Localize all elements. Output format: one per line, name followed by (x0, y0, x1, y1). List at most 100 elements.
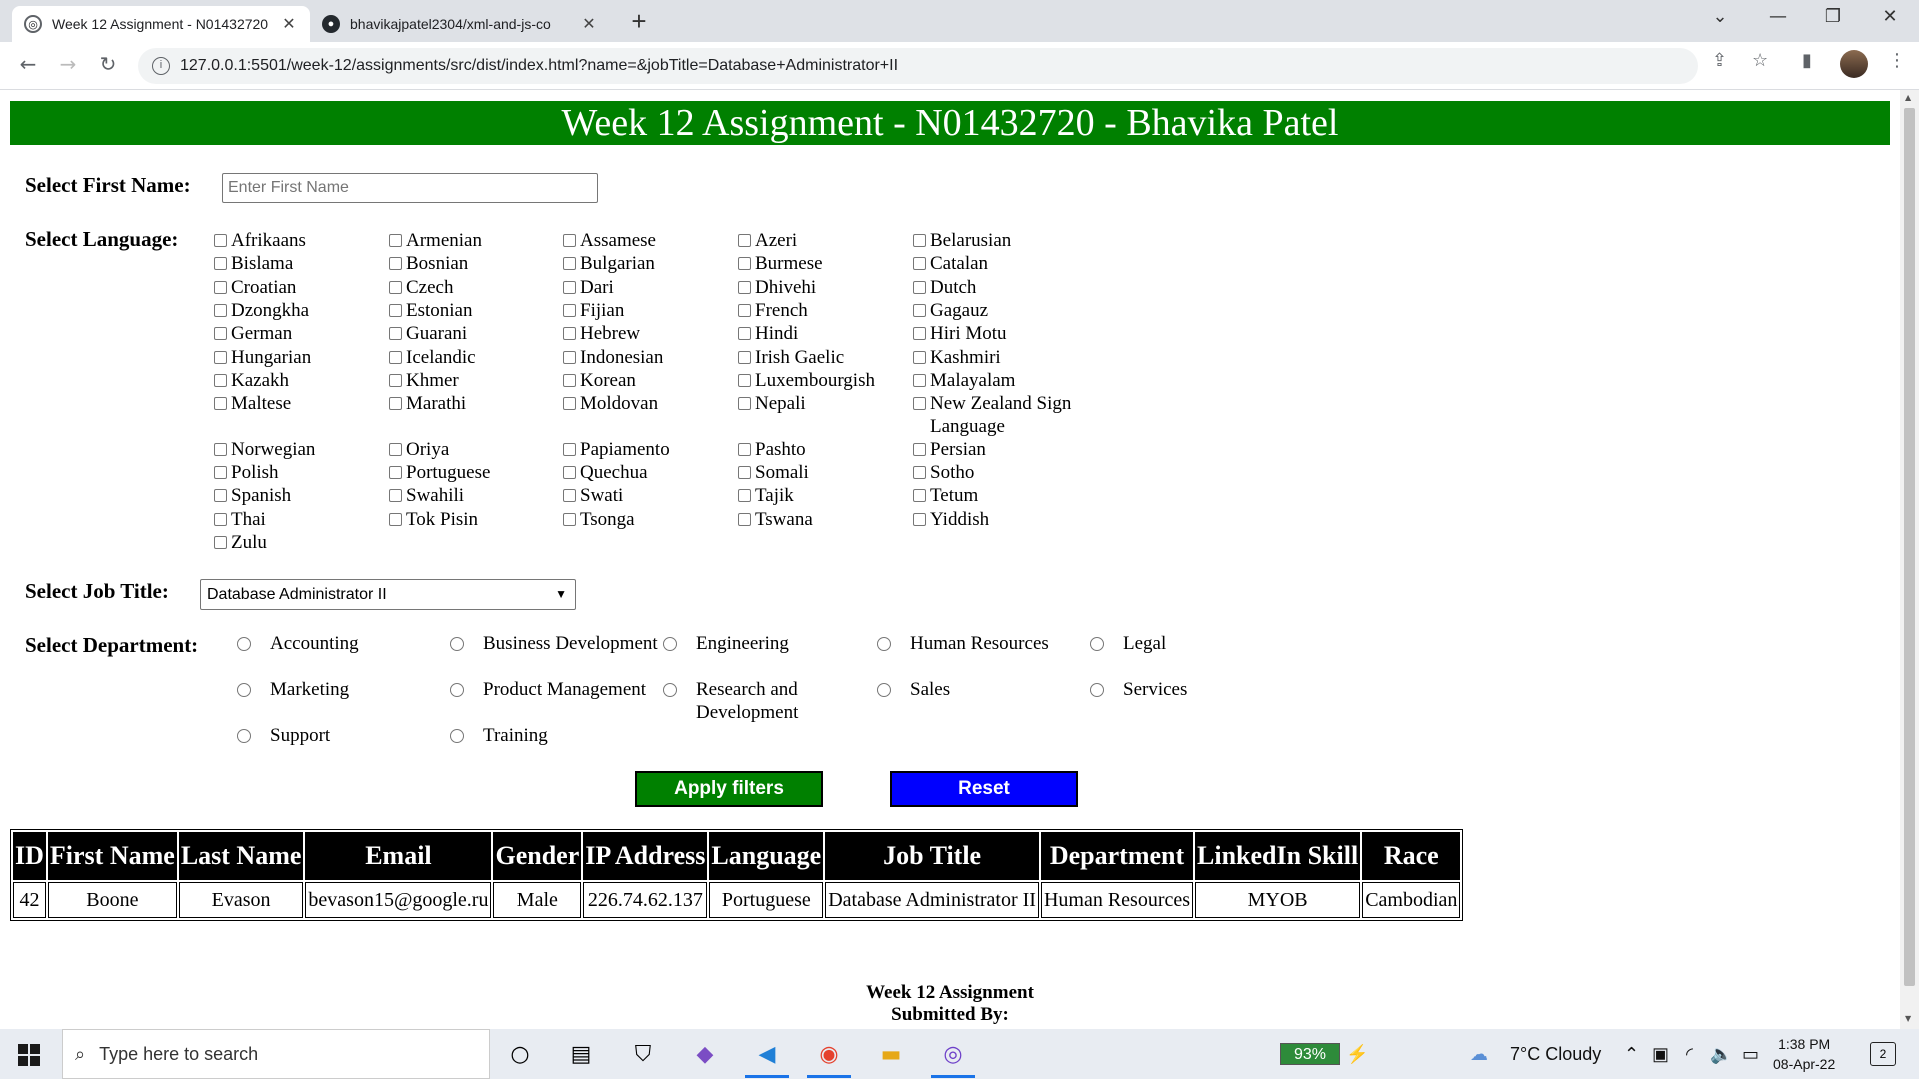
language-option[interactable]: Zulu (212, 531, 387, 554)
github-desktop-icon[interactable]: ◎ (936, 1038, 970, 1070)
windows-start-icon[interactable] (18, 1044, 40, 1066)
file-explorer-icon[interactable]: ▬ (874, 1038, 908, 1070)
language-checkbox[interactable] (913, 304, 926, 317)
language-checkbox[interactable] (214, 327, 227, 340)
language-option[interactable]: Burmese (736, 252, 911, 275)
close-tab-icon[interactable]: ✕ (280, 14, 298, 34)
language-checkbox[interactable] (563, 304, 576, 317)
language-checkbox[interactable] (214, 257, 227, 270)
battery-indicator[interactable]: 93% (1280, 1043, 1340, 1065)
language-checkbox[interactable] (214, 489, 227, 502)
department-option[interactable]: Services (1090, 678, 1300, 701)
weather-text[interactable]: 7°C Cloudy (1510, 1044, 1601, 1065)
department-option[interactable]: Engineering (663, 632, 873, 655)
new-tab-button[interactable]: + (624, 8, 654, 34)
scroll-down-icon[interactable]: ▼ (1905, 1014, 1911, 1023)
wifi-icon[interactable]: ◜ (1686, 1044, 1693, 1065)
tab-search-icon[interactable]: ⌄ (1700, 6, 1740, 27)
language-option[interactable]: Kashmiri (911, 346, 1086, 369)
department-radio[interactable] (663, 683, 677, 697)
language-checkbox[interactable] (913, 397, 926, 410)
department-radio[interactable] (1090, 683, 1104, 697)
language-option[interactable]: Spanish (212, 484, 387, 507)
job-title-select[interactable]: Database Administrator II ▼ (200, 579, 576, 610)
share-icon[interactable]: ⇪ (1712, 50, 1727, 71)
language-checkbox[interactable] (738, 397, 751, 410)
close-tab-icon[interactable]: ✕ (580, 14, 598, 34)
language-checkbox[interactable] (738, 466, 751, 479)
language-checkbox[interactable] (913, 513, 926, 526)
language-option[interactable]: Hebrew (561, 322, 736, 345)
reset-button[interactable]: Reset (890, 771, 1078, 807)
language-checkbox[interactable] (214, 536, 227, 549)
language-checkbox[interactable] (738, 281, 751, 294)
language-option[interactable]: Dutch (911, 276, 1086, 299)
language-option[interactable]: Bosnian (387, 252, 562, 275)
language-checkbox[interactable] (389, 257, 402, 270)
language-option[interactable]: Tsonga (561, 508, 736, 531)
language-checkbox[interactable] (389, 234, 402, 247)
language-option[interactable]: French (736, 299, 911, 322)
language-checkbox[interactable] (738, 327, 751, 340)
language-option[interactable]: Maltese (212, 392, 387, 415)
language-checkbox[interactable] (913, 234, 926, 247)
language-option[interactable]: Azeri (736, 229, 911, 252)
language-option[interactable]: Persian (911, 438, 1086, 461)
language-checkbox[interactable] (563, 513, 576, 526)
volume-icon[interactable]: 🔈 (1710, 1044, 1732, 1065)
language-option[interactable]: Kazakh (212, 369, 387, 392)
department-radio[interactable] (877, 637, 891, 651)
language-checkbox[interactable] (389, 304, 402, 317)
widgets-icon[interactable]: ▤ (564, 1038, 598, 1070)
language-option[interactable]: Khmer (387, 369, 562, 392)
language-option[interactable]: New Zealand Sign Language (911, 392, 1086, 438)
language-option[interactable]: Dzongkha (212, 299, 387, 322)
browser-tab-active[interactable]: ◎ Week 12 Assignment - N01432720 - Bhavi… (12, 6, 310, 42)
department-radio[interactable] (877, 683, 891, 697)
language-option[interactable]: Tajik (736, 484, 911, 507)
language-checkbox[interactable] (389, 513, 402, 526)
language-option[interactable]: Tswana (736, 508, 911, 531)
profile-avatar[interactable] (1840, 50, 1868, 78)
language-checkbox[interactable] (738, 443, 751, 456)
scroll-up-icon[interactable]: ▲ (1905, 93, 1911, 102)
language-checkbox[interactable] (913, 257, 926, 270)
department-radio[interactable] (237, 729, 251, 743)
language-checkbox[interactable] (214, 397, 227, 410)
language-checkbox[interactable] (563, 374, 576, 387)
language-option[interactable]: Quechua (561, 461, 736, 484)
language-checkbox[interactable] (389, 397, 402, 410)
language-checkbox[interactable] (214, 374, 227, 387)
language-option[interactable]: Thai (212, 508, 387, 531)
department-radio[interactable] (450, 637, 464, 651)
language-checkbox[interactable] (389, 443, 402, 456)
language-option[interactable]: Korean (561, 369, 736, 392)
language-checkbox[interactable] (563, 234, 576, 247)
language-checkbox[interactable] (563, 443, 576, 456)
security-shield-icon[interactable]: ⛉ (626, 1038, 660, 1070)
language-checkbox[interactable] (913, 351, 926, 364)
language-checkbox[interactable] (563, 327, 576, 340)
language-checkbox[interactable] (738, 374, 751, 387)
department-option[interactable]: Sales (877, 678, 1087, 701)
language-checkbox[interactable] (214, 281, 227, 294)
taskbar-search-box[interactable]: ⌕ Type here to search (62, 1029, 490, 1079)
language-checkbox[interactable] (738, 513, 751, 526)
language-option[interactable]: Swati (561, 484, 736, 507)
language-checkbox[interactable] (563, 489, 576, 502)
side-panel-icon[interactable]: ▮ (1802, 50, 1812, 71)
department-radio[interactable] (663, 637, 677, 651)
language-option[interactable]: Fijian (561, 299, 736, 322)
chrome-icon[interactable]: ◉ (812, 1038, 846, 1070)
chevron-up-icon[interactable]: ⌃ (1624, 1044, 1639, 1065)
language-option[interactable]: Hiri Motu (911, 322, 1086, 345)
language-checkbox[interactable] (563, 281, 576, 294)
department-radio[interactable] (237, 683, 251, 697)
department-option[interactable]: Product Management (450, 678, 660, 701)
first-name-input[interactable] (222, 173, 598, 203)
language-checkbox[interactable] (913, 466, 926, 479)
language-option[interactable]: Indonesian (561, 346, 736, 369)
language-option[interactable]: Icelandic (387, 346, 562, 369)
language-checkbox[interactable] (738, 489, 751, 502)
language-option[interactable]: Gagauz (911, 299, 1086, 322)
